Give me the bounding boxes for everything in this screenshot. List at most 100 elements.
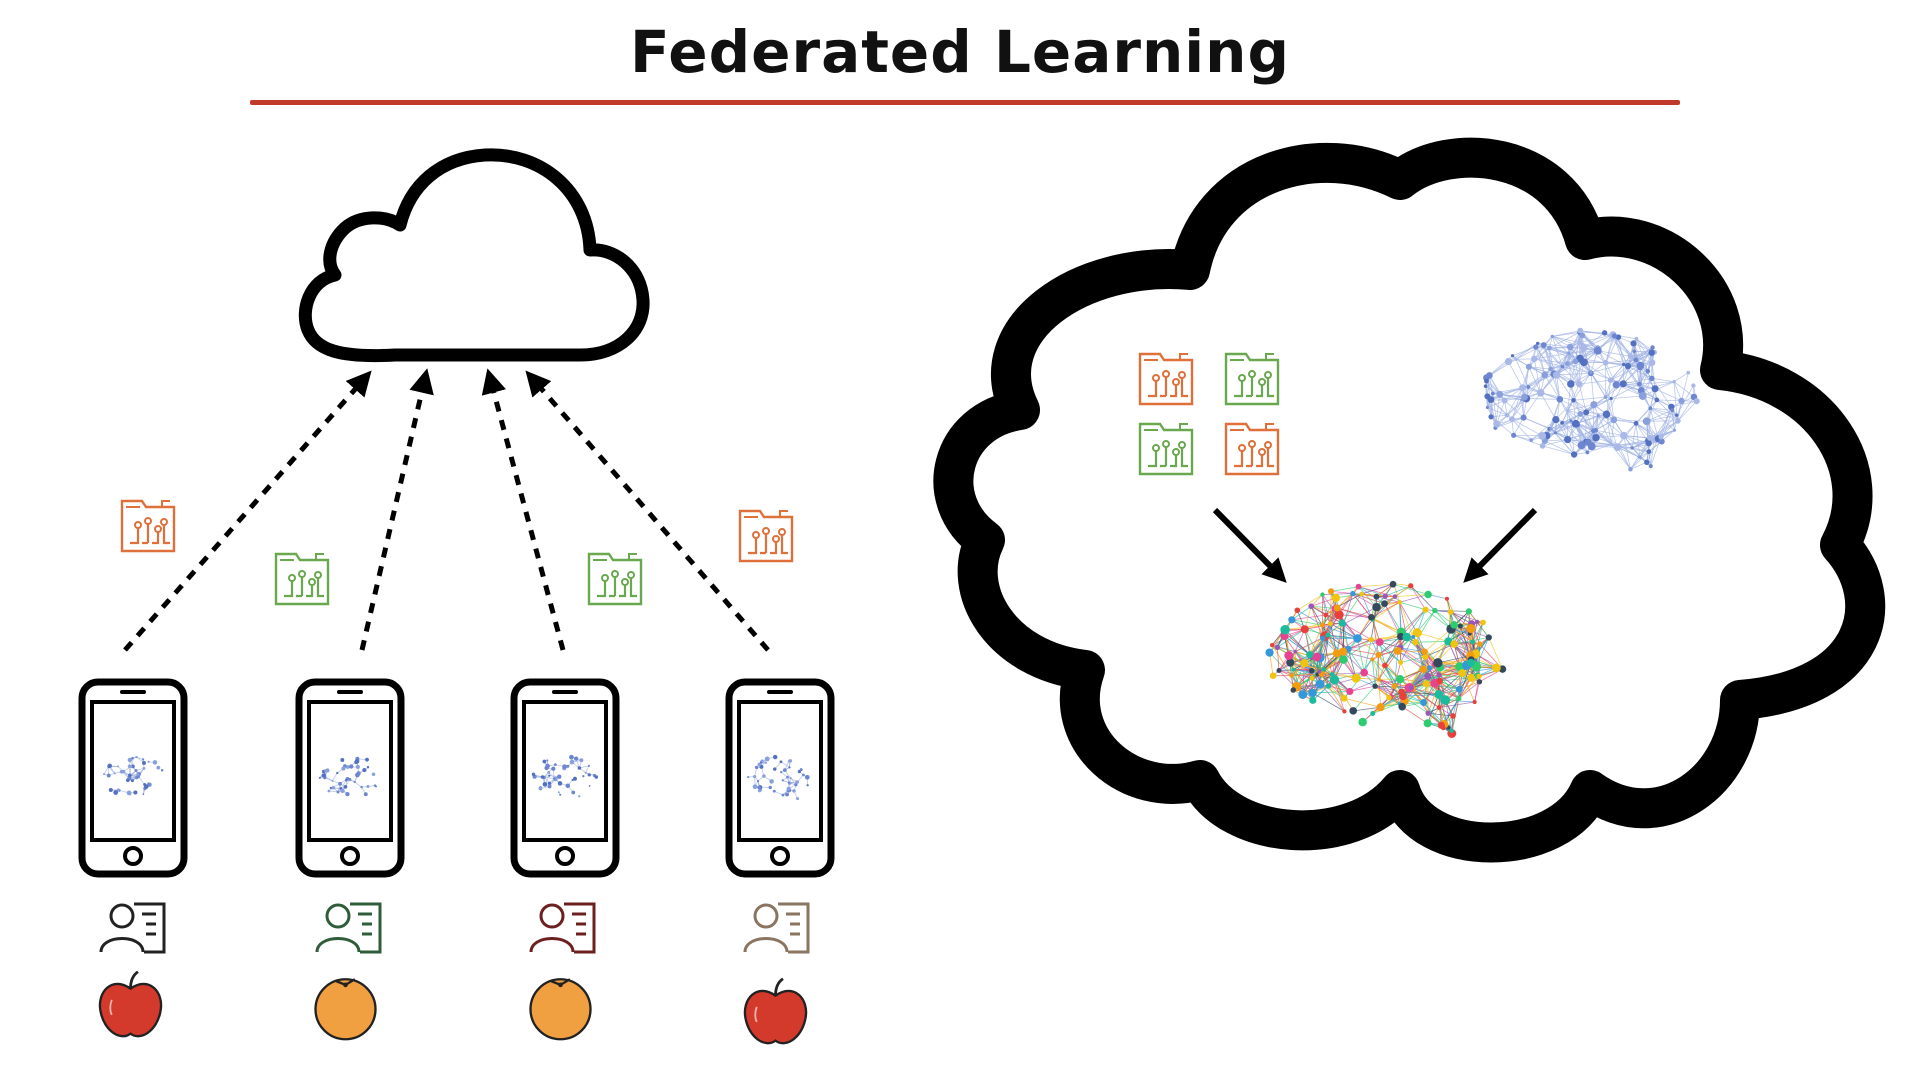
brain-node — [321, 773, 326, 778]
brain-node — [1645, 440, 1652, 447]
brain-node — [757, 788, 762, 793]
brain-node — [1333, 604, 1341, 612]
brain-node — [1564, 361, 1570, 366]
brain-node — [1670, 408, 1675, 413]
brain-node — [773, 767, 777, 771]
brain-node — [1630, 340, 1637, 347]
brain-node — [1338, 647, 1348, 656]
brain-node — [1425, 710, 1431, 716]
brain-node — [1351, 673, 1361, 683]
brain-node — [1300, 659, 1309, 668]
brain-node — [1603, 395, 1608, 399]
brain-node — [1577, 339, 1583, 346]
brain-node — [1389, 580, 1397, 588]
brain-node — [1556, 396, 1564, 403]
brain-node — [340, 758, 345, 762]
brain-node — [129, 793, 132, 796]
brain-node — [1349, 707, 1358, 715]
brain-node — [375, 785, 377, 788]
brain-node — [1672, 379, 1676, 384]
brain-node — [538, 786, 543, 791]
brain-node — [366, 784, 370, 789]
orange-icon — [529, 978, 592, 1041]
brain-node — [785, 792, 789, 797]
brain-node — [1590, 401, 1598, 409]
brain-node — [1646, 449, 1652, 455]
brain-node — [336, 771, 339, 775]
brain-node — [1308, 688, 1317, 698]
brain-node — [1648, 406, 1653, 411]
brain-node — [753, 774, 757, 779]
brain-node — [1511, 432, 1517, 438]
brain-node — [1564, 435, 1572, 444]
brain-node — [356, 771, 361, 776]
phone-icon — [514, 682, 616, 874]
brain-node — [1634, 336, 1639, 341]
brain-node — [1298, 690, 1308, 699]
brain-node — [1327, 621, 1333, 627]
brain-node — [353, 780, 356, 784]
brain-node — [1619, 380, 1627, 388]
brain-node — [349, 764, 354, 769]
brain-node — [1583, 409, 1590, 416]
brain-node — [1672, 428, 1676, 432]
brain-node — [1488, 414, 1494, 420]
brain-node — [371, 772, 376, 776]
brain-node — [327, 789, 331, 793]
brain-node — [1504, 412, 1510, 418]
brain-node — [1622, 362, 1626, 367]
brain-node — [116, 788, 120, 792]
brain-node — [1571, 397, 1576, 403]
brain-node — [1490, 391, 1495, 396]
brain-node — [116, 765, 119, 768]
brain-node — [804, 774, 810, 780]
brain-node — [1693, 398, 1700, 405]
brain-node — [1607, 377, 1614, 383]
brain-node — [1402, 632, 1411, 642]
brain-node — [1398, 659, 1404, 665]
brain-node — [545, 763, 550, 769]
brain-node — [1420, 698, 1428, 707]
person-card-icon — [743, 902, 810, 954]
person-card-icon — [529, 902, 596, 954]
phone-icon — [729, 682, 831, 874]
brain-node — [1321, 667, 1327, 672]
brain-node — [365, 757, 369, 762]
brain-node — [1359, 591, 1364, 597]
brain-node — [789, 776, 792, 780]
brain-node — [343, 784, 348, 789]
brain-node — [1691, 383, 1696, 388]
brain-node — [137, 775, 140, 778]
brain-node — [1530, 355, 1538, 363]
brain-node — [1552, 416, 1560, 424]
brain-node — [1493, 420, 1501, 428]
brain-node — [1678, 397, 1685, 405]
brain-node — [1370, 710, 1376, 716]
brain-node — [1536, 388, 1545, 397]
brain-node — [554, 763, 557, 766]
brain-node — [355, 764, 360, 770]
brain-node — [1382, 662, 1388, 669]
brain-node — [1548, 366, 1553, 372]
brain-node — [754, 765, 759, 770]
brain-node — [323, 769, 327, 772]
brain-node — [1594, 346, 1602, 355]
brain-node — [768, 785, 772, 790]
brain-node — [1569, 419, 1573, 423]
brain-node — [788, 759, 793, 763]
apple-icon — [743, 977, 808, 1045]
brain-node — [128, 773, 132, 778]
brain-node — [1549, 427, 1553, 431]
brain-node — [1570, 451, 1578, 458]
brain-node — [780, 771, 783, 774]
brain-node — [1474, 619, 1480, 625]
brain-node — [757, 762, 762, 767]
brain-node — [1611, 333, 1617, 339]
brain-node — [1375, 651, 1382, 658]
brain-node — [142, 793, 145, 796]
brain-node — [1577, 441, 1586, 450]
arrow-icon — [525, 370, 770, 652]
brain-node — [1381, 600, 1388, 607]
brain-node — [1355, 583, 1362, 590]
brain-node — [144, 784, 149, 789]
